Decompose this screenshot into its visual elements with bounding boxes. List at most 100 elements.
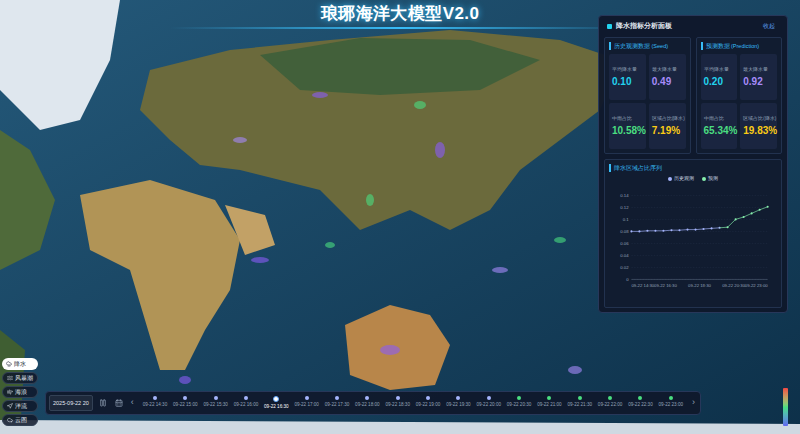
time-label: 09-22 16:30 [264, 404, 289, 411]
time-point[interactable]: 09-22 15:30 [200, 396, 230, 411]
time-point[interactable]: 09-22 23:00 [656, 396, 686, 411]
series-point[interactable] [638, 230, 640, 232]
collapse-button[interactable]: 收起 [759, 22, 779, 31]
legend-item[interactable]: 预测 [702, 175, 718, 183]
metric-card: 中雨占比65.34% [701, 103, 738, 149]
time-point[interactable]: 09-22 22:00 [595, 396, 625, 411]
time-label: 09-22 23:00 [659, 402, 684, 409]
panel-header: 降水指标分析面板 收起 [599, 16, 787, 37]
time-dot [396, 396, 400, 400]
series-point[interactable] [711, 227, 713, 229]
metric-card: 最大降水量0.92 [740, 54, 777, 100]
time-point[interactable]: 09-22 18:30 [383, 396, 413, 411]
metric-card: 中雨占比10.58% [609, 103, 646, 149]
section-title: 预测数据 (Prediction) [701, 42, 778, 50]
series-line [720, 206, 768, 227]
time-point[interactable]: 09-22 21:00 [534, 396, 564, 411]
layer-icon [6, 361, 12, 367]
layer-icon [7, 417, 13, 423]
layer-button[interactable]: 云图 [2, 414, 38, 426]
antarctica-edge [0, 420, 800, 434]
time-dot [547, 396, 551, 400]
calendar-icon [115, 399, 123, 407]
layer-button[interactable]: 海浪 [2, 386, 38, 398]
time-point[interactable]: 09-22 22:30 [625, 396, 655, 411]
time-dot [244, 396, 248, 400]
grid-line [631, 278, 767, 279]
time-point[interactable]: 09-22 19:00 [413, 396, 443, 411]
time-point[interactable]: 09-22 16:00 [231, 396, 261, 411]
time-point[interactable]: 09-22 20:00 [474, 396, 504, 411]
rain-patch [233, 137, 247, 143]
time-point[interactable]: 09-22 21:30 [565, 396, 595, 411]
section-title: 历史观测数据 (Seed) [609, 42, 686, 50]
time-point[interactable]: 09-22 16:30 [261, 396, 291, 411]
chart-legend: 历史观测预测 [609, 175, 777, 183]
legend-item[interactable]: 历史观测 [668, 175, 694, 183]
time-label: 09-22 20:00 [476, 402, 501, 409]
time-dot [426, 396, 430, 400]
next-button[interactable]: › [690, 396, 697, 410]
layer-button[interactable]: 降水 [2, 358, 38, 370]
rain-patch [568, 366, 582, 374]
layer-button[interactable]: 风暴潮 [2, 372, 38, 384]
time-dot [456, 396, 460, 400]
metric-label: 最大降水量 [743, 67, 774, 74]
time-point[interactable]: 09-22 17:30 [322, 396, 352, 411]
metric-label: 区域占比(降水) [652, 116, 683, 123]
metric-label: 区域占比(降水) [743, 116, 774, 123]
australia-shape [345, 305, 450, 390]
time-label: 09-22 18:30 [385, 402, 410, 409]
time-point[interactable]: 09-22 15:00 [170, 396, 200, 411]
panel-title: 降水指标分析面板 [616, 21, 672, 32]
metric-section: 历史观测数据 (Seed)平均降水量0.10最大降水量0.49中雨占比10.58… [604, 37, 691, 154]
rain-patch [380, 345, 400, 355]
time-label: 09-22 14:30 [143, 402, 168, 409]
series-point[interactable] [767, 205, 769, 207]
series-point[interactable] [686, 228, 688, 230]
grid-line [631, 206, 767, 207]
prev-button[interactable]: ‹ [129, 396, 136, 410]
x-tick: 09-22 20:30 [722, 282, 745, 287]
series-point[interactable] [703, 227, 705, 229]
series-point[interactable] [694, 228, 696, 230]
time-dot [517, 396, 521, 400]
time-point[interactable]: 09-22 20:30 [504, 396, 534, 411]
title-bar: 琅琊海洋大模型V2.0 [170, 0, 630, 29]
x-tick: 09-22 16:30 [654, 282, 677, 287]
layer-button[interactable]: 洋流 [2, 400, 38, 412]
series-point[interactable] [678, 229, 680, 231]
y-tick: 0.02 [620, 264, 629, 269]
arabia-shape [225, 205, 275, 255]
time-point[interactable]: 09-22 17:00 [292, 396, 322, 411]
panel-title-icon [607, 24, 612, 29]
pause-button[interactable] [97, 396, 109, 410]
series-point[interactable] [670, 229, 672, 231]
series-point[interactable] [654, 229, 656, 231]
series-point[interactable] [751, 212, 753, 214]
series-point[interactable] [646, 229, 648, 231]
calendar-button[interactable] [113, 396, 125, 410]
time-dot [305, 396, 309, 400]
title-underline [170, 27, 630, 29]
series-point[interactable] [743, 215, 745, 217]
series-point[interactable] [759, 208, 761, 210]
series-point[interactable] [662, 229, 664, 231]
time-label: 09-22 18:00 [355, 402, 380, 409]
color-scale [783, 388, 788, 426]
series-point[interactable] [727, 226, 729, 228]
time-point[interactable]: 09-22 18:00 [352, 396, 382, 411]
time-label: 09-22 20:30 [507, 402, 532, 409]
time-dot [608, 396, 612, 400]
metric-value: 65.34% [704, 126, 735, 136]
time-point[interactable]: 09-22 14:30 [140, 396, 170, 411]
time-label: 09-22 17:00 [294, 402, 319, 409]
time-dot [153, 396, 157, 400]
series-point[interactable] [630, 230, 632, 232]
series-point[interactable] [735, 218, 737, 220]
time-point[interactable]: 09-22 19:30 [443, 396, 473, 411]
rain-patch [325, 242, 335, 248]
date-select[interactable]: 2025-09-22 20 [49, 395, 93, 411]
metric-label: 最大降水量 [652, 67, 683, 74]
rain-patch [366, 194, 374, 206]
